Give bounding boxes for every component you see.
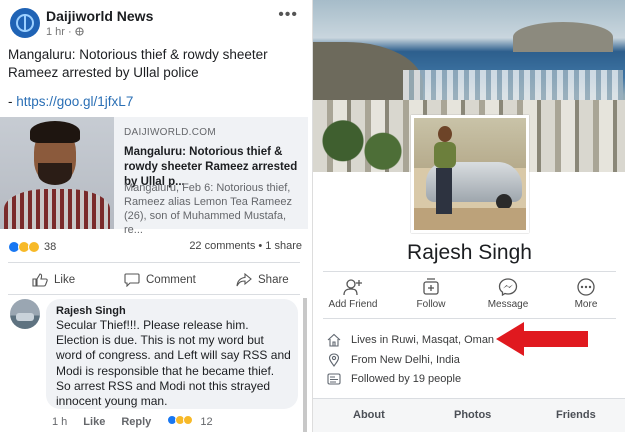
comment-like-button[interactable]: Like <box>83 416 105 428</box>
wow-reaction-icon <box>183 415 194 425</box>
info-lives-in: Lives in Ruwi, Masqat, Oman <box>327 331 494 349</box>
annotation-arrow <box>496 322 588 356</box>
post-header: Daijiworld News 1 hr · ••• <box>8 6 304 40</box>
comment-time: 1 h <box>52 415 68 428</box>
like-label: Like <box>54 274 76 286</box>
scrollbar[interactable] <box>303 298 307 432</box>
divider <box>323 318 616 319</box>
follow-button[interactable]: Follow <box>396 278 466 310</box>
followers-icon <box>327 373 341 385</box>
profile-picture[interactable] <box>411 115 529 233</box>
wow-reaction-icon <box>28 240 40 253</box>
post-actions: Like Comment Share <box>0 268 308 292</box>
page-avatar[interactable] <box>10 8 40 38</box>
home-icon <box>327 333 341 347</box>
comment-reaction-count: 12 <box>200 416 213 428</box>
follow-icon <box>423 278 439 295</box>
public-icon <box>75 27 84 36</box>
message-label: Message <box>487 299 529 310</box>
comment-bubble: Rajesh Singh Secular Thief!!!. Please re… <box>46 299 298 409</box>
tab-friends[interactable]: Friends <box>556 409 596 421</box>
divider <box>323 271 616 272</box>
link-prefix: - <box>8 94 17 109</box>
comment-text: Secular Thief!!!. Please release him. El… <box>56 318 291 409</box>
like-button[interactable]: Like <box>32 268 75 292</box>
page-name[interactable]: Daijiworld News <box>46 8 153 24</box>
comment-avatar[interactable] <box>10 299 40 329</box>
add-friend-icon <box>343 279 362 296</box>
reaction-count: 38 <box>44 240 57 253</box>
post-text: Mangaluru: Notorious thief & rowdy sheet… <box>8 47 268 80</box>
comment-author[interactable]: Rajesh Singh <box>56 305 126 317</box>
comment-button[interactable]: Comment <box>124 268 196 292</box>
divider <box>8 294 300 295</box>
profile-name: Rajesh Singh <box>407 241 532 264</box>
more-label: More <box>574 299 598 310</box>
news-post: Daijiworld News 1 hr · ••• Mangaluru: No… <box>0 0 308 432</box>
comment-reactions[interactable]: 12 <box>167 415 213 428</box>
lives-in-text: Lives in Ruwi, Masqat, Oman <box>351 334 495 346</box>
follow-label: Follow <box>416 299 446 310</box>
post-timestamp: 1 hr · <box>46 26 84 38</box>
location-pin-icon <box>328 353 340 367</box>
comment-reply-button[interactable]: Reply <box>121 416 151 428</box>
messenger-icon <box>498 278 518 296</box>
post-time: 1 hr · <box>46 26 75 38</box>
share-button[interactable]: Share <box>236 268 289 292</box>
globe-icon <box>16 14 34 32</box>
share-label: Share <box>258 274 289 286</box>
add-friend-button[interactable]: Add Friend <box>318 278 388 310</box>
tab-photos[interactable]: Photos <box>454 409 491 421</box>
more-dots-icon[interactable]: ••• <box>278 6 298 24</box>
reaction-summary[interactable]: 38 <box>8 238 56 254</box>
like-icon <box>32 273 48 287</box>
add-friend-label: Add Friend <box>328 299 378 310</box>
tab-about[interactable]: About <box>353 409 385 421</box>
followers-text[interactable]: Followed by 19 people <box>351 373 461 385</box>
share-icon <box>236 273 252 287</box>
divider <box>8 262 300 263</box>
comment-icon <box>124 273 140 287</box>
from-text: From New Delhi, India <box>351 354 460 366</box>
comment-footer: 1 h Like Reply 12 <box>52 415 213 428</box>
post-stats[interactable]: 22 comments • 1 share <box>189 240 302 252</box>
post-link[interactable]: https://goo.gl/1jfxL7 <box>16 94 133 109</box>
profile-tabs: About Photos Friends <box>313 398 625 432</box>
info-followers: Followed by 19 people <box>327 370 461 388</box>
preview-domain: DAIJIWORLD.COM <box>124 127 216 138</box>
post-link-line: - https://goo.gl/1jfxL7 <box>8 94 133 109</box>
preview-description: Mangaluru, Feb 6: Notorious thief, Ramee… <box>124 182 292 236</box>
message-button[interactable]: Message <box>473 278 543 310</box>
more-icon <box>577 278 595 296</box>
profile-actions: Add Friend Follow Message More <box>313 278 625 314</box>
profile-panel: Rajesh Singh Add Friend Follow Message M… <box>312 0 625 432</box>
preview-image <box>0 117 114 229</box>
info-from: From New Delhi, India <box>327 351 460 369</box>
more-button[interactable]: More <box>551 278 621 310</box>
comment-label: Comment <box>146 274 196 286</box>
link-preview[interactable]: DAIJIWORLD.COM Mangaluru: Notorious thie… <box>0 117 308 236</box>
